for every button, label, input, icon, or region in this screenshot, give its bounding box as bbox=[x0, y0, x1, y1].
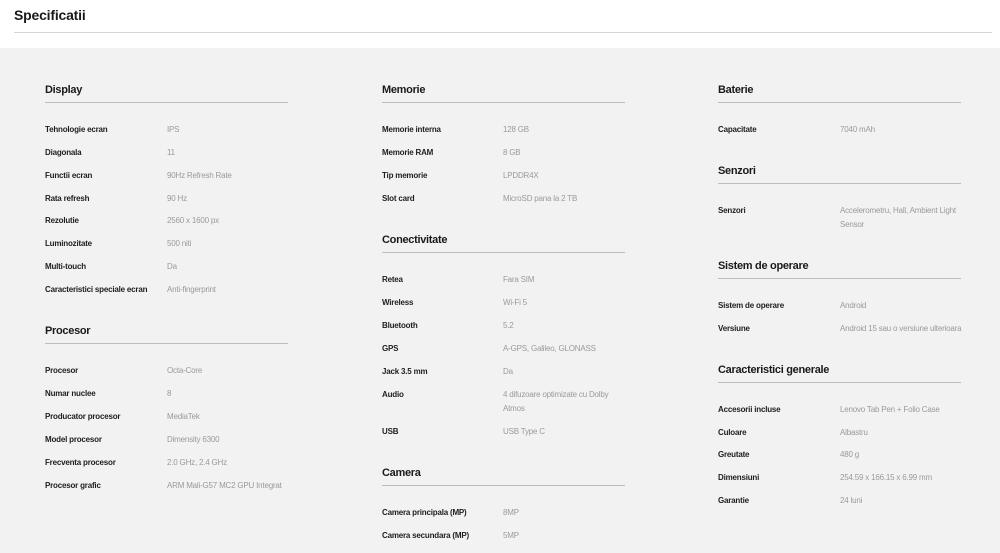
section-senzori: Senzori Senzori Accelerometru, Hall, Ambi… bbox=[718, 164, 961, 229]
spec-value: Da bbox=[503, 367, 513, 376]
spec-label: Jack 3.5 mm bbox=[382, 367, 428, 376]
spec-value: 8 bbox=[167, 389, 172, 398]
spec-value: Wi-Fi 5 bbox=[503, 298, 527, 307]
spec-value: 4 difuzoare optimizate cu Dolby Atmos bbox=[503, 390, 609, 413]
spec-label: Luminozitate bbox=[45, 239, 92, 248]
spec-label: Rata refresh bbox=[45, 194, 90, 203]
spec-label: Slot card bbox=[382, 194, 415, 203]
spec-value: MediaTek bbox=[167, 412, 200, 421]
spec-label: Tip memorie bbox=[382, 171, 428, 180]
section-baterie: Baterie Capacitate 7040 mAh bbox=[718, 83, 961, 134]
spec-label: Retea bbox=[382, 275, 403, 284]
spec-label: Culoare bbox=[718, 428, 747, 437]
spec-value: 2.0 GHz, 2.4 GHz bbox=[167, 458, 227, 467]
spec-value: Android 15 sau o versiune ulterioara bbox=[840, 324, 962, 333]
spec-label: Memorie RAM bbox=[382, 148, 434, 157]
section-memorie: Memorie Memorie interna 128 GB Memorie RA… bbox=[382, 83, 625, 203]
spec-label: Caracteristici speciale ecran bbox=[45, 285, 148, 294]
spec-label: Model procesor bbox=[45, 435, 102, 444]
page-header: Specificatii bbox=[0, 0, 1000, 48]
section-title-procesor: Procesor bbox=[45, 324, 288, 344]
page-title: Specificatii bbox=[14, 7, 86, 23]
spec-value: 5MP bbox=[503, 531, 519, 540]
spec-label: Tehnologie ecran bbox=[45, 125, 108, 134]
spec-label: Memorie interna bbox=[382, 125, 441, 134]
spec-label: Diagonala bbox=[45, 148, 82, 157]
spec-label: Wireless bbox=[382, 298, 414, 307]
spec-value: LPDDR4X bbox=[503, 171, 539, 180]
spec-label: Numar nuclee bbox=[45, 389, 96, 398]
spec-value: 24 luni bbox=[840, 496, 863, 505]
spec-value: Da bbox=[167, 262, 177, 271]
section-display: Display Tehnologie ecran IPS Diagonala 11 … bbox=[45, 83, 288, 294]
section-title-memorie: Memorie bbox=[382, 83, 625, 103]
spec-label: Multi-touch bbox=[45, 262, 86, 271]
spec-value: ARM Mali-G57 MC2 GPU Integrat bbox=[167, 481, 282, 490]
spec-label: Audio bbox=[382, 390, 404, 399]
spec-label: USB bbox=[382, 427, 399, 436]
spec-value: 500 niti bbox=[167, 239, 192, 248]
spec-label: Garantie bbox=[718, 496, 749, 505]
spec-label: Sistem de operare bbox=[718, 301, 784, 310]
section-title-camera: Camera bbox=[382, 466, 625, 486]
spec-value: Octa-Core bbox=[167, 366, 203, 375]
spec-value: 254.59 x 166.15 x 6.99 mm bbox=[840, 473, 932, 482]
section-title-sistem-operare: Sistem de operare bbox=[718, 259, 961, 279]
spec-value: A-GPS, Galileo, GLONASS bbox=[503, 344, 596, 353]
spec-value: MicroSD pana la 2 TB bbox=[503, 194, 578, 203]
spec-label: Senzori bbox=[718, 206, 746, 215]
spec-value: 480 g bbox=[840, 450, 860, 459]
section-title-caracteristici-generale: Caracteristici generale bbox=[718, 363, 961, 383]
spec-label: Rezolutie bbox=[45, 216, 79, 225]
spec-value: Dimensity 6300 bbox=[167, 435, 220, 444]
spec-value: Android bbox=[840, 301, 867, 310]
header-divider bbox=[14, 32, 992, 33]
spec-value: 5.2 bbox=[503, 321, 514, 330]
spec-value: 7040 mAh bbox=[840, 125, 875, 134]
spec-value: Anti-fingerprint bbox=[167, 285, 216, 294]
spec-label: Producator procesor bbox=[45, 412, 121, 421]
section-caracteristici-generale: Caracteristici generale Accesorii inclus… bbox=[718, 363, 961, 505]
spec-label: Accesorii incluse bbox=[718, 405, 781, 414]
spec-label: Procesor grafic bbox=[45, 481, 101, 490]
spec-value: 11 bbox=[167, 148, 175, 157]
spec-label: Camera secundara (MP) bbox=[382, 531, 469, 540]
section-conectivitate: Conectivitate Retea Fara SIM Wireless Wi-F… bbox=[382, 233, 625, 436]
spec-value: USB Type C bbox=[503, 427, 545, 436]
section-sistem-operare: Sistem de operare Sistem de operare Andro… bbox=[718, 259, 962, 333]
spec-value: 2560 x 1600 px bbox=[167, 216, 219, 225]
section-title-baterie: Baterie bbox=[718, 83, 961, 103]
spec-value: Accelerometru, Hall, Ambient Light Senso… bbox=[840, 206, 956, 229]
spec-label: Frecventa procesor bbox=[45, 458, 116, 467]
spec-label: Dimensiuni bbox=[718, 473, 760, 482]
specifications-panel: Display Tehnologie ecran IPS Diagonala 11 … bbox=[0, 48, 1000, 553]
spec-label: Bluetooth bbox=[382, 321, 418, 330]
spec-value: 8 GB bbox=[503, 148, 521, 157]
spec-value: 128 GB bbox=[503, 125, 529, 134]
section-camera: Camera Camera principala (MP) 8MP Camera … bbox=[382, 466, 625, 540]
spec-value: IPS bbox=[167, 125, 180, 134]
spec-label: Camera principala (MP) bbox=[382, 508, 467, 517]
section-title-conectivitate: Conectivitate bbox=[382, 233, 625, 253]
spec-label: Capacitate bbox=[718, 125, 757, 134]
spec-value: 90 Hz bbox=[167, 194, 187, 203]
spec-value: 90Hz Refresh Rate bbox=[167, 171, 232, 180]
spec-value: Fara SIM bbox=[503, 275, 535, 284]
spec-label: Greutate bbox=[718, 450, 750, 459]
spec-label: Versiune bbox=[718, 324, 750, 333]
section-title-senzori: Senzori bbox=[718, 164, 961, 184]
spec-label: Procesor bbox=[45, 366, 79, 375]
spec-label: Functii ecran bbox=[45, 171, 93, 180]
spec-value: Lenovo Tab Pen + Folio Case bbox=[840, 405, 940, 414]
spec-label: GPS bbox=[382, 344, 399, 353]
spec-value: Albastru bbox=[840, 428, 868, 437]
spec-value: 8MP bbox=[503, 508, 519, 517]
section-title-display: Display bbox=[45, 83, 288, 103]
section-procesor: Procesor Procesor Octa-Core Numar nuclee 8… bbox=[45, 324, 288, 490]
